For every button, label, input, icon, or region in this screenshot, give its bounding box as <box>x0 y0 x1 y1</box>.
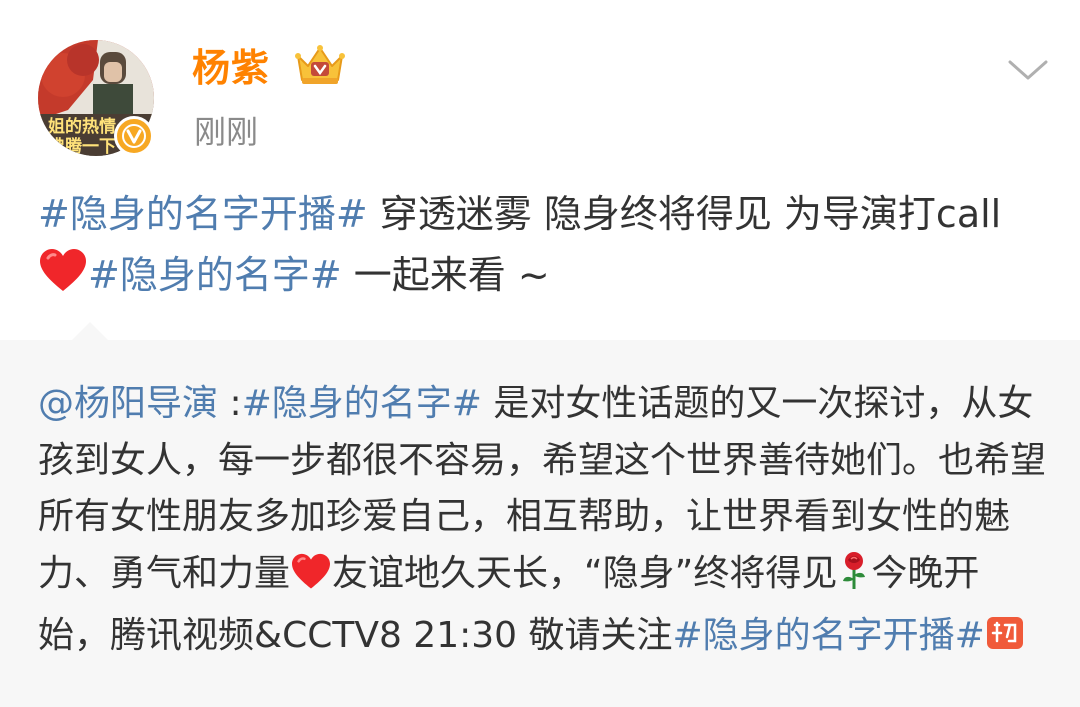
avatar-caption-2: 沸腾一下 <box>48 136 116 156</box>
chevron-down-icon[interactable] <box>1006 56 1050 84</box>
red-heart-icon <box>290 552 332 609</box>
hashtag-link[interactable]: #隐身的名字# <box>88 253 342 297</box>
rose-icon <box>837 551 871 609</box>
post-timestamp: 刚刚 <box>194 113 259 151</box>
repost-pointer <box>72 322 108 340</box>
red-heart-icon <box>38 248 88 312</box>
repost-text-segment: 友谊地久天长，“隐身”终将得见 <box>332 552 838 594</box>
hashtag-link[interactable]: #隐身的名字开播# <box>673 615 985 656</box>
crown-vip-icon[interactable] <box>294 44 346 88</box>
cheer-jiayou-icon <box>985 613 1025 671</box>
mention-link[interactable]: @杨阳导演 <box>38 383 218 424</box>
weibo-post: 姐的热情 沸腾一下 杨紫 刚刚 #隐身的名字开播# 穿透迷雾 隐身终将得见 为导… <box>0 0 1080 707</box>
post-text-segment: 一起来看 ~ <box>341 253 550 297</box>
repost-body[interactable]: @杨阳导演 :#隐身的名字# 是对女性话题的又一次探讨，从女孩到女人，每一步都很… <box>38 376 1048 671</box>
repost-text-segment: : <box>218 383 242 424</box>
avatar-container[interactable]: 姐的热情 沸腾一下 <box>38 40 154 156</box>
username[interactable]: 杨紫 <box>192 44 270 92</box>
post-body: #隐身的名字开播# 穿透迷雾 隐身终将得见 为导演打call #隐身的名字# 一起… <box>38 184 1048 312</box>
post-text-segment: 穿透迷雾 隐身终将得见 为导演打call <box>367 192 1002 236</box>
verified-v-icon <box>114 116 154 156</box>
hashtag-link[interactable]: #隐身的名字# <box>242 383 482 424</box>
avatar-caption-1: 姐的热情 <box>48 116 116 137</box>
hashtag-link[interactable]: #隐身的名字开播# <box>38 192 368 236</box>
